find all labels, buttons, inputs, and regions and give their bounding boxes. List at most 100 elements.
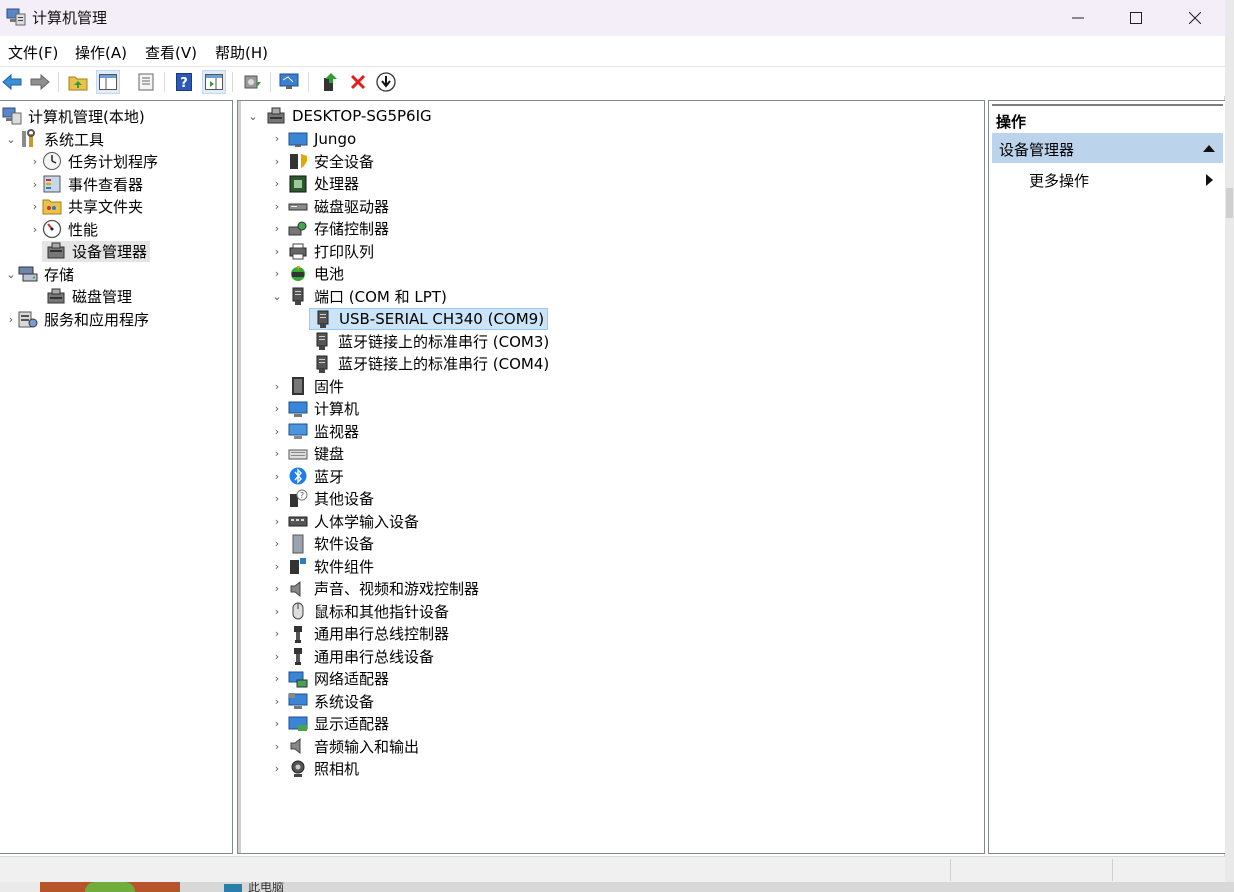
device-category-row[interactable]: › 计算机 xyxy=(270,398,359,420)
tree-item-performance[interactable]: › 性能 xyxy=(28,218,98,240)
chevron-right-icon[interactable]: › xyxy=(270,623,284,645)
device-category-row[interactable]: › 蓝牙 xyxy=(270,465,344,487)
more-actions-item[interactable]: 更多操作 xyxy=(992,165,1223,193)
menu-help[interactable]: 帮助(H) xyxy=(215,42,268,63)
device-category-row[interactable]: › 人体学输入设备 xyxy=(270,510,419,532)
chevron-right-icon[interactable]: › xyxy=(270,375,284,397)
device-category-row[interactable]: › 音频输入和输出 xyxy=(270,735,419,757)
device-category-label: 其他设备 xyxy=(314,490,375,508)
device-category-row[interactable]: › 通用串行总线控制器 xyxy=(270,623,449,645)
chevron-right-icon[interactable]: › xyxy=(270,465,284,487)
minimize-button[interactable] xyxy=(1049,0,1107,36)
chevron-down-icon[interactable]: ⌄ xyxy=(4,128,18,150)
tree-item-event-viewer[interactable]: › 事件查看器 xyxy=(28,173,143,195)
tree-item-disk-management[interactable]: 磁盘管理 xyxy=(46,285,132,307)
device-category-row[interactable]: › 电池 xyxy=(270,263,344,285)
device-category-row[interactable]: › 磁盘驱动器 xyxy=(270,195,389,217)
device-category-row[interactable]: › 鼠标和其他指针设备 xyxy=(270,600,449,622)
show-hide-action-pane-button[interactable] xyxy=(202,70,226,94)
menu-action[interactable]: 操作(A) xyxy=(75,42,127,63)
properties-button[interactable] xyxy=(134,70,158,94)
chevron-right-icon[interactable]: › xyxy=(270,555,284,577)
chevron-right-icon[interactable]: › xyxy=(270,218,284,240)
chevron-right-icon[interactable]: › xyxy=(270,758,284,780)
collapse-up-icon[interactable] xyxy=(1203,144,1215,152)
chevron-right-icon[interactable]: › xyxy=(270,668,284,690)
chevron-down-icon[interactable]: ⌄ xyxy=(246,105,260,127)
device-category-row[interactable]: › Jungo xyxy=(270,128,356,150)
chevron-right-icon[interactable]: › xyxy=(270,398,284,420)
chevron-down-icon[interactable]: ⌄ xyxy=(270,285,284,307)
update-driver-button[interactable] xyxy=(240,70,264,94)
device-category-row[interactable]: › 照相机 xyxy=(270,758,359,780)
chevron-right-icon[interactable]: › xyxy=(270,735,284,757)
chevron-right-icon[interactable]: › xyxy=(28,218,42,240)
chevron-right-icon[interactable]: › xyxy=(270,713,284,735)
tree-item-device-manager[interactable]: 设备管理器 xyxy=(42,240,151,262)
tree-item-system-tools[interactable]: ⌄ 系统工具 xyxy=(4,128,104,150)
port-device-row[interactable]: USB-SERIAL CH340 (COM9) xyxy=(309,307,549,330)
chevron-right-icon[interactable]: › xyxy=(270,578,284,600)
device-category-row[interactable]: › 声音、视频和游戏控制器 xyxy=(270,578,479,600)
chevron-right-icon[interactable]: › xyxy=(270,420,284,442)
chevron-right-icon[interactable]: › xyxy=(270,240,284,262)
device-category-row[interactable]: › 监视器 xyxy=(270,420,359,442)
forward-button[interactable] xyxy=(28,70,52,94)
chevron-right-icon[interactable]: › xyxy=(28,150,42,172)
port-device-row[interactable]: 蓝牙链接上的标准串行 (COM3) xyxy=(312,330,549,352)
device-category-row[interactable]: › 系统设备 xyxy=(270,690,374,712)
maximize-button[interactable] xyxy=(1107,0,1165,36)
device-category-row[interactable]: › 固件 xyxy=(270,375,344,397)
menu-view[interactable]: 查看(V) xyxy=(145,42,197,63)
uninstall-device-button[interactable] xyxy=(346,70,370,94)
chevron-right-icon[interactable]: › xyxy=(270,128,284,150)
up-one-level-button[interactable] xyxy=(66,70,90,94)
device-category-row[interactable]: ›? 其他设备 xyxy=(270,488,374,510)
tree-item-shared-folders[interactable]: › 共享文件夹 xyxy=(28,195,143,217)
chevron-right-icon[interactable]: › xyxy=(28,195,42,217)
enable-device-button[interactable] xyxy=(318,70,342,94)
device-category-row[interactable]: › 处理器 xyxy=(270,173,359,195)
scan-hardware-changes-button[interactable] xyxy=(278,70,302,94)
chevron-right-icon[interactable]: › xyxy=(270,645,284,667)
show-hide-console-tree-button[interactable] xyxy=(96,70,120,94)
device-category-row[interactable]: › 软件设备 xyxy=(270,533,374,555)
close-button[interactable] xyxy=(1166,0,1224,36)
menu-file[interactable]: 文件(F) xyxy=(8,42,58,63)
tree-item-services-and-applications[interactable]: › 服务和应用程序 xyxy=(4,308,149,330)
chevron-right-icon[interactable]: › xyxy=(270,600,284,622)
chevron-right-icon[interactable]: › xyxy=(270,488,284,510)
device-category-row[interactable]: › 安全设备 xyxy=(270,150,374,172)
device-category-row[interactable]: ⌄ 端口 (COM 和 LPT) xyxy=(270,285,447,307)
chevron-right-icon[interactable]: › xyxy=(270,690,284,712)
device-category-row[interactable]: › 通用串行总线设备 xyxy=(270,645,434,667)
back-button[interactable] xyxy=(0,70,24,94)
device-category-row[interactable]: › 网络适配器 xyxy=(270,668,389,690)
chevron-right-icon[interactable]: › xyxy=(270,533,284,555)
device-category-row[interactable]: › 软件组件 xyxy=(270,555,374,577)
chevron-right-icon[interactable]: › xyxy=(270,263,284,285)
chevron-right-icon[interactable]: › xyxy=(4,308,18,330)
chevron-right-icon[interactable]: › xyxy=(270,150,284,172)
chevron-down-icon[interactable]: ⌄ xyxy=(4,263,18,285)
chevron-right-icon[interactable]: › xyxy=(270,173,284,195)
device-category-row[interactable]: › 存储控制器 xyxy=(270,218,389,240)
other-devices-icon: ? xyxy=(288,489,308,509)
chevron-right-icon[interactable]: › xyxy=(270,510,284,532)
device-tree-root[interactable]: ⌄ DESKTOP-SG5P6IG xyxy=(246,105,431,127)
port-device-row[interactable]: 蓝牙链接上的标准串行 (COM4) xyxy=(312,353,549,375)
device-category-row[interactable]: › 显示适配器 xyxy=(270,713,389,735)
chevron-right-icon[interactable]: › xyxy=(270,195,284,217)
chevron-right-icon[interactable]: › xyxy=(28,173,42,195)
disable-device-button[interactable] xyxy=(374,70,398,94)
device-category-row[interactable]: › 打印队列 xyxy=(270,240,374,262)
tree-item-computer-management-local[interactable]: 计算机管理(本地) xyxy=(2,105,145,127)
actions-section-device-manager[interactable]: 设备管理器 xyxy=(992,133,1223,163)
toolbar-separator xyxy=(308,72,309,92)
device-category-row[interactable]: › 键盘 xyxy=(270,443,344,465)
tree-item-task-scheduler[interactable]: › 任务计划程序 xyxy=(28,150,158,172)
tree-item-storage[interactable]: ⌄ 存储 xyxy=(4,263,74,285)
mouse-icon xyxy=(288,601,308,621)
chevron-right-icon[interactable]: › xyxy=(270,443,284,465)
help-button[interactable]: ? xyxy=(172,70,196,94)
